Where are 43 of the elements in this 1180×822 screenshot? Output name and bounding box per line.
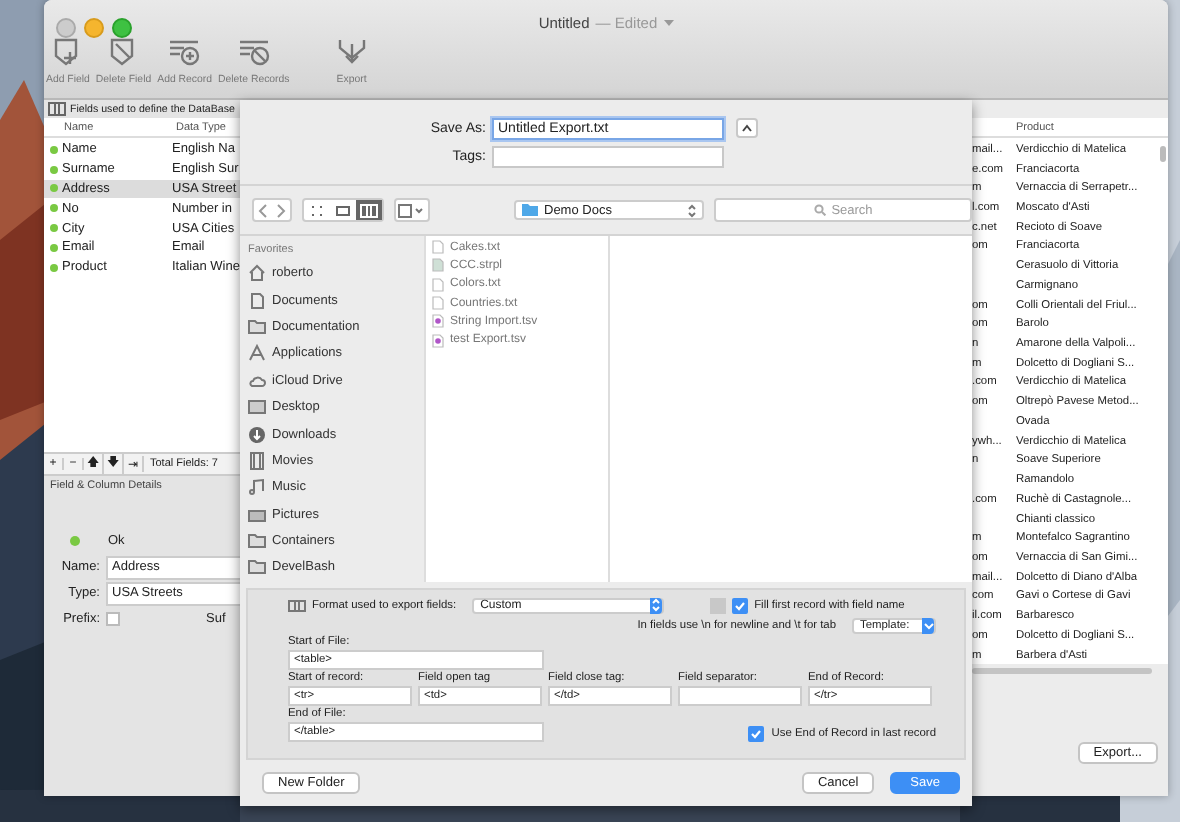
chevron-up-icon [742, 124, 752, 132]
document-icon [248, 291, 266, 310]
search-icon [813, 204, 826, 216]
columns-icon [48, 102, 66, 116]
tags-field[interactable] [492, 145, 724, 167]
minimize-button[interactable] [84, 18, 104, 38]
columns-icon [288, 599, 306, 611]
checkbox[interactable] [732, 597, 749, 613]
zoom-button[interactable] [112, 18, 132, 38]
list-view-button[interactable] [330, 200, 356, 220]
record-plus-icon[interactable] [168, 36, 201, 68]
tsv-file-icon [432, 314, 444, 329]
collapse-button[interactable] [736, 118, 758, 138]
export-icon[interactable] [335, 36, 368, 68]
checkbox[interactable] [747, 726, 764, 742]
status-dot [70, 536, 80, 546]
grid-icon [308, 203, 326, 217]
caret-icon[interactable] [663, 19, 674, 27]
columns-view-button[interactable] [356, 200, 382, 220]
updown-icon [688, 203, 696, 217]
app-file-icon [432, 258, 444, 273]
music-icon [248, 478, 266, 497]
scroll-bar[interactable] [972, 668, 1152, 675]
tag-field[interactable] [678, 686, 802, 706]
back-forward-button[interactable] [252, 198, 292, 222]
film-icon [248, 451, 266, 470]
home-icon [248, 264, 266, 283]
scroll-thumb[interactable] [1160, 146, 1166, 162]
arrange-button[interactable] [394, 198, 430, 222]
updown-icon [652, 598, 661, 612]
desktop-icon [248, 398, 266, 417]
tsv-file-icon [432, 333, 444, 348]
close-button[interactable] [56, 18, 76, 38]
record-slash-icon[interactable] [237, 36, 270, 68]
list-icon [334, 203, 352, 217]
applications-icon [248, 344, 266, 363]
folder-icon [248, 317, 266, 336]
prefix-checkbox[interactable] [106, 612, 120, 626]
caret-icon [923, 621, 933, 629]
folder-icon [522, 204, 538, 216]
cloud-icon [248, 371, 266, 390]
columns-icon [360, 203, 378, 217]
download-icon [248, 425, 266, 444]
